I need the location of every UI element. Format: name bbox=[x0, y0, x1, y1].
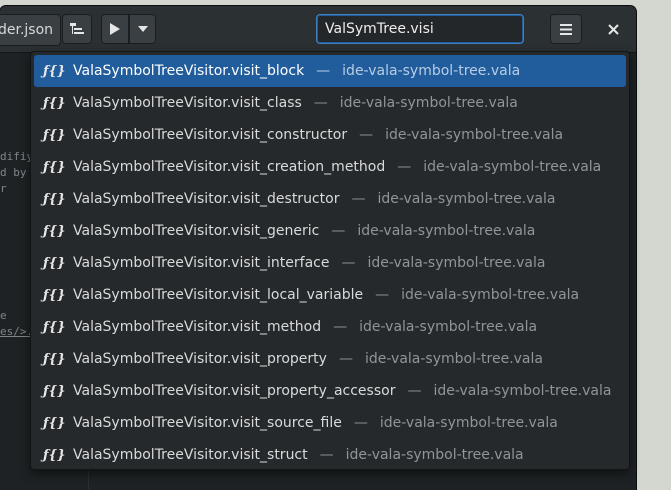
result-separator: — bbox=[338, 351, 353, 367]
result-symbol-name: ValaSymbolTreeVisitor.visit_source_file bbox=[73, 415, 342, 431]
result-separator: — bbox=[351, 191, 366, 207]
result-file-name: ide-vala-symbol-tree.vala bbox=[339, 95, 518, 111]
result-separator: — bbox=[331, 223, 346, 239]
search-result-item[interactable]: ƒ{} ValaSymbolTreeVisitor.visit_construct… bbox=[34, 119, 626, 151]
function-icon: ƒ{} bbox=[43, 415, 66, 431]
function-icon: ƒ{} bbox=[43, 351, 66, 367]
search-result-item[interactable]: ƒ{} ValaSymbolTreeVisitor.visit_local_var… bbox=[34, 279, 626, 311]
result-file-name: ide-vala-symbol-tree.vala bbox=[379, 415, 558, 431]
function-icon: ƒ{} bbox=[43, 63, 66, 79]
result-symbol-name: ValaSymbolTreeVisitor.visit_struct bbox=[73, 447, 308, 463]
code-fragment: difiy bbox=[0, 150, 34, 163]
function-icon: ƒ{} bbox=[43, 447, 66, 463]
header-bar: der.json bbox=[0, 6, 636, 53]
search-results-list: ƒ{} ValaSymbolTreeVisitor.visit_block — ide… bbox=[31, 55, 629, 471]
result-file-name: ide-vala-symbol-tree.vala bbox=[357, 223, 536, 239]
result-separator: — bbox=[316, 63, 331, 79]
result-separator: — bbox=[397, 159, 412, 175]
code-fragment: d by bbox=[0, 166, 27, 179]
run-button[interactable] bbox=[101, 14, 129, 44]
result-separator: — bbox=[407, 383, 422, 399]
result-symbol-name: ValaSymbolTreeVisitor.visit_local_variab… bbox=[73, 287, 364, 303]
function-icon: ƒ{} bbox=[43, 383, 66, 399]
result-file-name: ide-vala-symbol-tree.vala bbox=[342, 63, 521, 79]
result-symbol-name: ValaSymbolTreeVisitor.visit_constructor bbox=[73, 127, 348, 143]
result-symbol-name: ValaSymbolTreeVisitor.visit_property_acc… bbox=[73, 383, 396, 399]
result-symbol-name: ValaSymbolTreeVisitor.visit_property bbox=[73, 351, 327, 367]
search-result-item[interactable]: ƒ{} ValaSymbolTreeVisitor.visit_property_… bbox=[34, 375, 626, 407]
function-icon: ƒ{} bbox=[43, 287, 66, 303]
result-file-name: ide-vala-symbol-tree.vala bbox=[345, 447, 524, 463]
result-symbol-name: ValaSymbolTreeVisitor.visit_block bbox=[73, 63, 305, 79]
search-result-item[interactable]: ƒ{} ValaSymbolTreeVisitor.visit_property —… bbox=[34, 343, 626, 375]
open-file-tab[interactable]: der.json bbox=[0, 14, 61, 46]
function-icon: ƒ{} bbox=[43, 159, 66, 175]
function-icon: ƒ{} bbox=[43, 223, 66, 239]
result-symbol-name: ValaSymbolTreeVisitor.visit_destructor bbox=[73, 191, 340, 207]
result-symbol-name: ValaSymbolTreeVisitor.visit_class bbox=[73, 95, 302, 111]
tree-view-button[interactable] bbox=[62, 14, 92, 44]
result-separator: — bbox=[375, 287, 390, 303]
code-fragment: r bbox=[0, 182, 7, 195]
search-result-item[interactable]: ƒ{} ValaSymbolTreeVisitor.visit_struct — id… bbox=[34, 439, 626, 471]
code-fragment: e bbox=[0, 309, 7, 322]
play-icon bbox=[110, 23, 120, 35]
tree-icon bbox=[70, 23, 84, 34]
run-menu-button[interactable] bbox=[129, 14, 156, 44]
open-file-tab-label: der.json bbox=[0, 22, 54, 38]
search-result-item[interactable]: ƒ{} ValaSymbolTreeVisitor.visit_interface… bbox=[34, 247, 626, 279]
search-input[interactable] bbox=[316, 14, 524, 44]
search-result-item[interactable]: ƒ{} ValaSymbolTreeVisitor.visit_generic — i… bbox=[34, 215, 626, 247]
result-symbol-name: ValaSymbolTreeVisitor.visit_creation_met… bbox=[73, 159, 386, 175]
result-separator: — bbox=[313, 95, 328, 111]
menu-button[interactable] bbox=[550, 14, 582, 44]
result-separator: — bbox=[333, 319, 348, 335]
search-result-item[interactable]: ƒ{} ValaSymbolTreeVisitor.visit_method — id… bbox=[34, 311, 626, 343]
result-symbol-name: ValaSymbolTreeVisitor.visit_method bbox=[73, 319, 322, 335]
search-results-popover: ƒ{} ValaSymbolTreeVisitor.visit_block — ide… bbox=[30, 51, 630, 470]
result-file-name: ide-vala-symbol-tree.vala bbox=[385, 127, 564, 143]
result-file-name: ide-vala-symbol-tree.vala bbox=[401, 287, 580, 303]
result-separator: — bbox=[353, 415, 368, 431]
result-symbol-name: ValaSymbolTreeVisitor.visit_generic bbox=[73, 223, 320, 239]
result-file-name: ide-vala-symbol-tree.vala bbox=[433, 383, 612, 399]
result-separator: — bbox=[341, 255, 356, 271]
result-file-name: ide-vala-symbol-tree.vala bbox=[377, 191, 556, 207]
close-button[interactable] bbox=[597, 14, 629, 44]
function-icon: ƒ{} bbox=[43, 95, 66, 111]
result-file-name: ide-vala-symbol-tree.vala bbox=[364, 351, 543, 367]
search-result-item[interactable]: ƒ{} ValaSymbolTreeVisitor.visit_destructo… bbox=[34, 183, 626, 215]
function-icon: ƒ{} bbox=[43, 127, 66, 143]
result-file-name: ide-vala-symbol-tree.vala bbox=[367, 255, 546, 271]
result-symbol-name: ValaSymbolTreeVisitor.visit_interface bbox=[73, 255, 330, 271]
result-file-name: ide-vala-symbol-tree.vala bbox=[423, 159, 602, 175]
function-icon: ƒ{} bbox=[43, 319, 66, 335]
close-icon bbox=[607, 23, 619, 35]
hamburger-icon bbox=[560, 23, 572, 35]
search-result-item[interactable]: ƒ{} ValaSymbolTreeVisitor.visit_class — ide… bbox=[34, 87, 626, 119]
search-result-item[interactable]: ƒ{} ValaSymbolTreeVisitor.visit_block — ide… bbox=[34, 55, 626, 87]
code-fragment: es/>. bbox=[0, 325, 34, 338]
function-icon: ƒ{} bbox=[43, 255, 66, 271]
result-file-name: ide-vala-symbol-tree.vala bbox=[359, 319, 538, 335]
result-separator: — bbox=[359, 127, 374, 143]
search-result-item[interactable]: ƒ{} ValaSymbolTreeVisitor.visit_source_fi… bbox=[34, 407, 626, 439]
search-result-item[interactable]: ƒ{} ValaSymbolTreeVisitor.visit_creation_… bbox=[34, 151, 626, 183]
result-separator: — bbox=[319, 447, 334, 463]
function-icon: ƒ{} bbox=[43, 191, 66, 207]
chevron-down-icon bbox=[137, 26, 148, 32]
